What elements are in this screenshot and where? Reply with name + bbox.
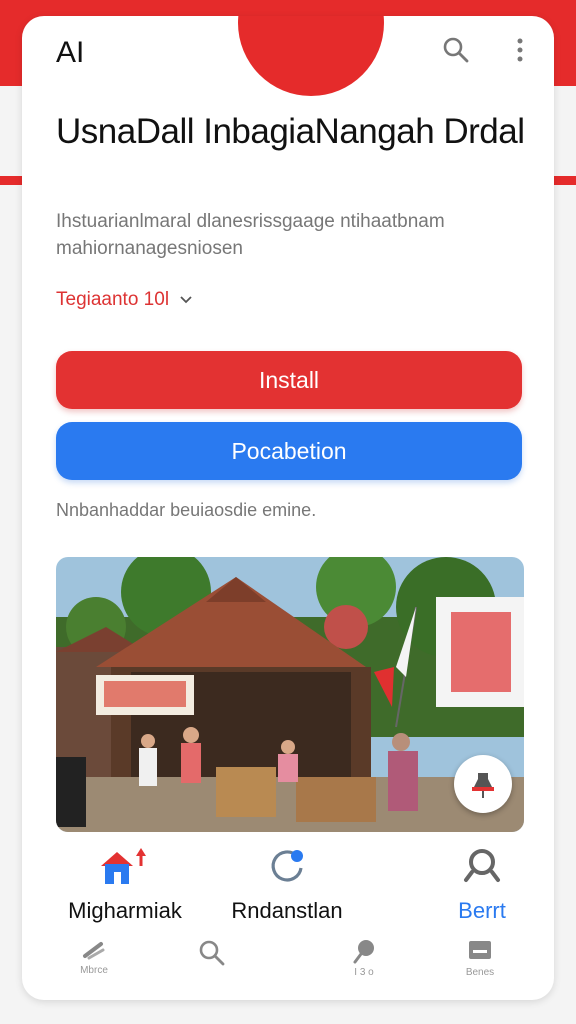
install-button[interactable]: Install bbox=[56, 351, 522, 409]
more-options-button[interactable] bbox=[504, 34, 536, 66]
rating-text: Tegiaanto 10l bbox=[56, 289, 170, 310]
box-icon bbox=[469, 941, 491, 959]
app-title: UsnaDall InbagiaNangah Drdal bbox=[56, 112, 525, 151]
subnav-item-edit[interactable]: Mbrce bbox=[64, 938, 124, 976]
subnav-item-search[interactable] bbox=[182, 938, 242, 968]
search-button[interactable] bbox=[440, 34, 472, 66]
app-detail-card: AI UsnaDall InbagiaNangah Drdal Ihstuari… bbox=[22, 16, 554, 1000]
home-icon bbox=[101, 848, 146, 884]
secondary-action-button[interactable]: Pocabetion bbox=[56, 422, 522, 480]
pin-icon bbox=[472, 773, 494, 798]
refresh-icon bbox=[271, 850, 303, 882]
install-note: Nnbanhaddar beuiaosdie emine. bbox=[56, 500, 317, 520]
side-red-stripe-left bbox=[0, 176, 24, 185]
pencil-icon bbox=[83, 942, 105, 960]
floating-action-button[interactable] bbox=[454, 755, 512, 813]
subnav-label: Mbrce bbox=[80, 965, 108, 976]
subnav-item-chat[interactable]: I 3 o bbox=[334, 938, 394, 978]
header-notch bbox=[238, 16, 384, 96]
nav-label: Rndanstlan bbox=[231, 898, 343, 923]
search-person-icon bbox=[464, 849, 500, 882]
subnav-label: Benes bbox=[465, 967, 495, 978]
chat-icon bbox=[353, 940, 374, 964]
app-logo: AI bbox=[56, 36, 85, 69]
search-icon bbox=[443, 37, 469, 63]
bottom-navigation: Migharmiak Rndanstlan Berrt bbox=[22, 844, 554, 934]
nav-item-home[interactable]: Migharmiak bbox=[50, 844, 200, 924]
secondary-navigation: Mbrce I 3 o Benes bbox=[22, 938, 554, 988]
search-icon bbox=[199, 940, 225, 966]
nav-item-profile[interactable]: Berrt bbox=[422, 844, 542, 924]
rating-selector[interactable]: Tegiaanto 10l bbox=[56, 289, 193, 311]
nav-label: Migharmiak bbox=[68, 898, 182, 923]
side-red-stripe-right bbox=[552, 176, 576, 185]
nav-label: Berrt bbox=[458, 898, 506, 923]
more-vertical-icon bbox=[517, 38, 523, 62]
subnav-label: I 3 o bbox=[354, 967, 374, 978]
chevron-down-icon bbox=[180, 296, 192, 304]
app-description: Ihstuarianlmaral dlanesrissgaage ntihaat… bbox=[56, 211, 445, 259]
nav-item-updates[interactable]: Rndanstlan bbox=[212, 844, 362, 924]
subnav-item-box[interactable]: Benes bbox=[450, 938, 510, 978]
